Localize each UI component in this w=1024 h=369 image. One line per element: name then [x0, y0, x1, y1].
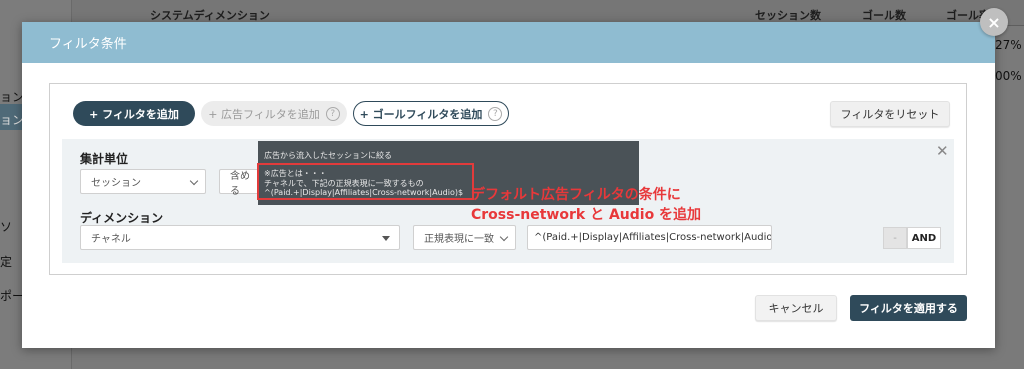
help-icon[interactable]: ?: [325, 106, 340, 121]
bg-side-item: ソ: [0, 220, 13, 234]
apply-filter-label: フィルタを適用する: [859, 302, 958, 315]
modal-title: フィルタ条件: [49, 37, 127, 52]
cancel-label: キャンセル: [768, 302, 824, 315]
add-filter-button[interactable]: + フィルタを追加: [73, 101, 195, 126]
aggregation-label: 集計単位: [80, 152, 129, 166]
remove-condition-button[interactable]: -: [883, 227, 907, 249]
modal-header: フィルタ条件: [22, 22, 995, 63]
regex-input[interactable]: ^(Paid.+|Display|Affiliates|Cross-networ…: [527, 225, 772, 250]
add-ad-filter-button[interactable]: + 広告フィルタを追加 ?: [201, 101, 347, 126]
close-icon[interactable]: ×: [980, 8, 1008, 36]
chevron-down-icon: [189, 176, 199, 186]
bg-col-goals: ゴール数: [862, 9, 906, 22]
add-goal-filter-label: + ゴールフィルタを追加: [359, 107, 483, 121]
bg-side-item: ョン: [0, 113, 25, 127]
annotation-line: デフォルト広告フィルタの条件に: [471, 187, 681, 203]
bg-side-item: 定: [0, 255, 13, 269]
help-icon[interactable]: ?: [488, 106, 503, 121]
regex-value: ^(Paid.+|Display|Affiliates|Cross-networ…: [534, 232, 772, 243]
reset-filter-label: フィルタをリセット: [840, 108, 940, 121]
and-button[interactable]: AND: [907, 227, 941, 249]
aggregation-select[interactable]: セッション: [80, 169, 206, 194]
apply-filter-button[interactable]: フィルタを適用する: [850, 295, 967, 321]
dimension-label: ディメンション: [80, 211, 164, 225]
add-filter-label: + フィルタを追加: [89, 107, 179, 121]
chevron-down-icon: [499, 232, 509, 242]
add-goal-filter-button[interactable]: + ゴールフィルタを追加 ?: [353, 101, 509, 126]
add-ad-filter-label: + 広告フィルタを追加: [208, 107, 320, 121]
caret-down-icon: [382, 236, 390, 241]
cancel-button[interactable]: キャンセル: [755, 295, 837, 321]
match-type-select[interactable]: 正規表現に一致: [413, 225, 516, 250]
reset-filter-button[interactable]: フィルタをリセット: [830, 101, 950, 127]
annotation-line: Cross-network と Audio を追加: [471, 207, 702, 223]
bg-col-sessions: セッション数: [755, 9, 821, 22]
dimension-select[interactable]: チャネル: [80, 225, 400, 250]
tooltip-title: 広告から流入したセッションに絞る: [264, 151, 392, 160]
highlight-box: [257, 163, 474, 200]
aggregation-value: セッション: [91, 178, 141, 189]
include-value: 含める: [230, 170, 250, 197]
bg-row-value: 00%: [995, 69, 1022, 83]
include-select[interactable]: 含める: [219, 169, 259, 197]
bg-header-label: システムディメンション: [150, 9, 270, 22]
bg-side-item: ョン: [0, 90, 25, 104]
bg-row-value: 27%: [995, 38, 1022, 52]
close-icon[interactable]: ✕: [936, 142, 949, 160]
dimension-value: チャネル: [91, 234, 131, 245]
match-type-value: 正規表現に一致: [424, 234, 494, 245]
